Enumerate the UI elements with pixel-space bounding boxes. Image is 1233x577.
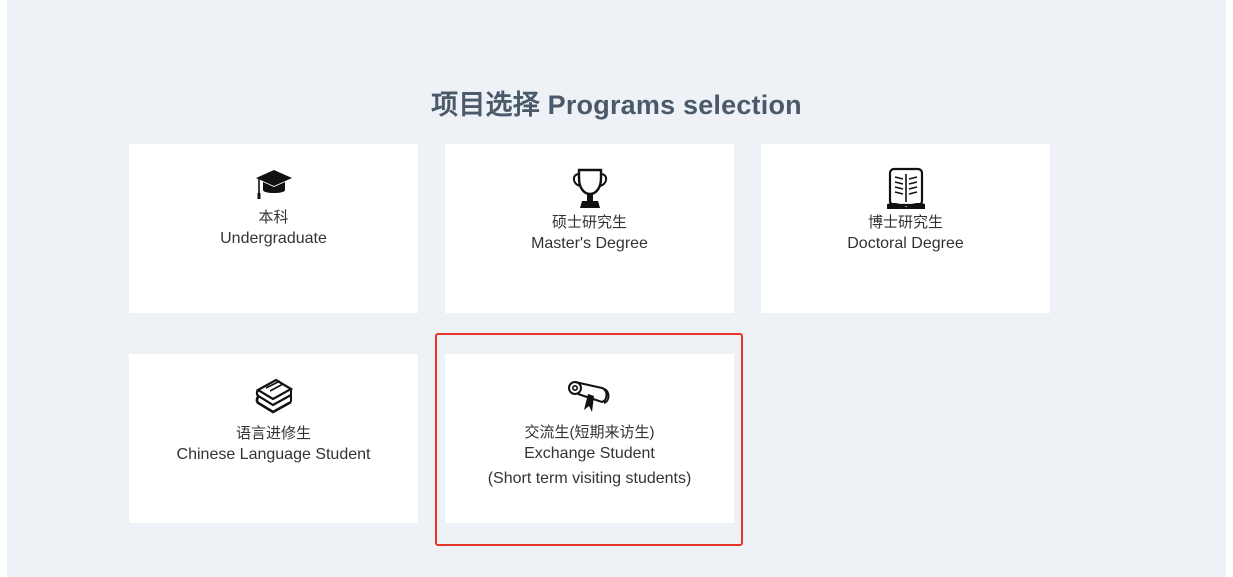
program-name-en: Exchange Student: [524, 445, 655, 462]
program-name-en: Master's Degree: [531, 235, 648, 252]
program-card-chinese-language[interactable]: 语言进修生 Chinese Language Student: [129, 354, 418, 523]
program-card-masters[interactable]: 硕士研究生 Master's Degree: [445, 144, 734, 313]
program-card-doctoral[interactable]: 博士研究生 Doctoral Degree: [761, 144, 1050, 313]
page: 项目选择 Programs selection 本科 Undergraduate…: [0, 0, 1233, 577]
program-name-en: Chinese Language Student: [176, 446, 371, 463]
open-book-icon: [886, 167, 925, 209]
section-title: 项目选择 Programs selection: [431, 90, 802, 120]
program-name-cn: 交流生(短期来访生): [524, 424, 655, 441]
program-card-undergraduate[interactable]: 本科 Undergraduate: [129, 144, 418, 313]
program-name-en-note: (Short term visiting students): [487, 470, 692, 487]
programs-section: 项目选择 Programs selection 本科 Undergraduate…: [7, 0, 1226, 577]
program-name-cn: 语言进修生: [235, 425, 311, 442]
program-name-cn: 本科: [258, 209, 289, 226]
books-stack-icon: [255, 378, 293, 414]
program-name-en: Undergraduate: [220, 230, 327, 247]
diploma-scroll-icon: [567, 381, 609, 412]
graduation-cap-icon: [255, 170, 292, 199]
program-card-exchange-student[interactable]: 交流生(短期来访生) Exchange Student (Short term …: [445, 354, 734, 523]
program-name-cn: 硕士研究生: [551, 214, 627, 231]
program-name-en: Doctoral Degree: [847, 235, 964, 252]
program-name-cn: 博士研究生: [867, 214, 943, 231]
trophy-icon: [572, 168, 607, 208]
